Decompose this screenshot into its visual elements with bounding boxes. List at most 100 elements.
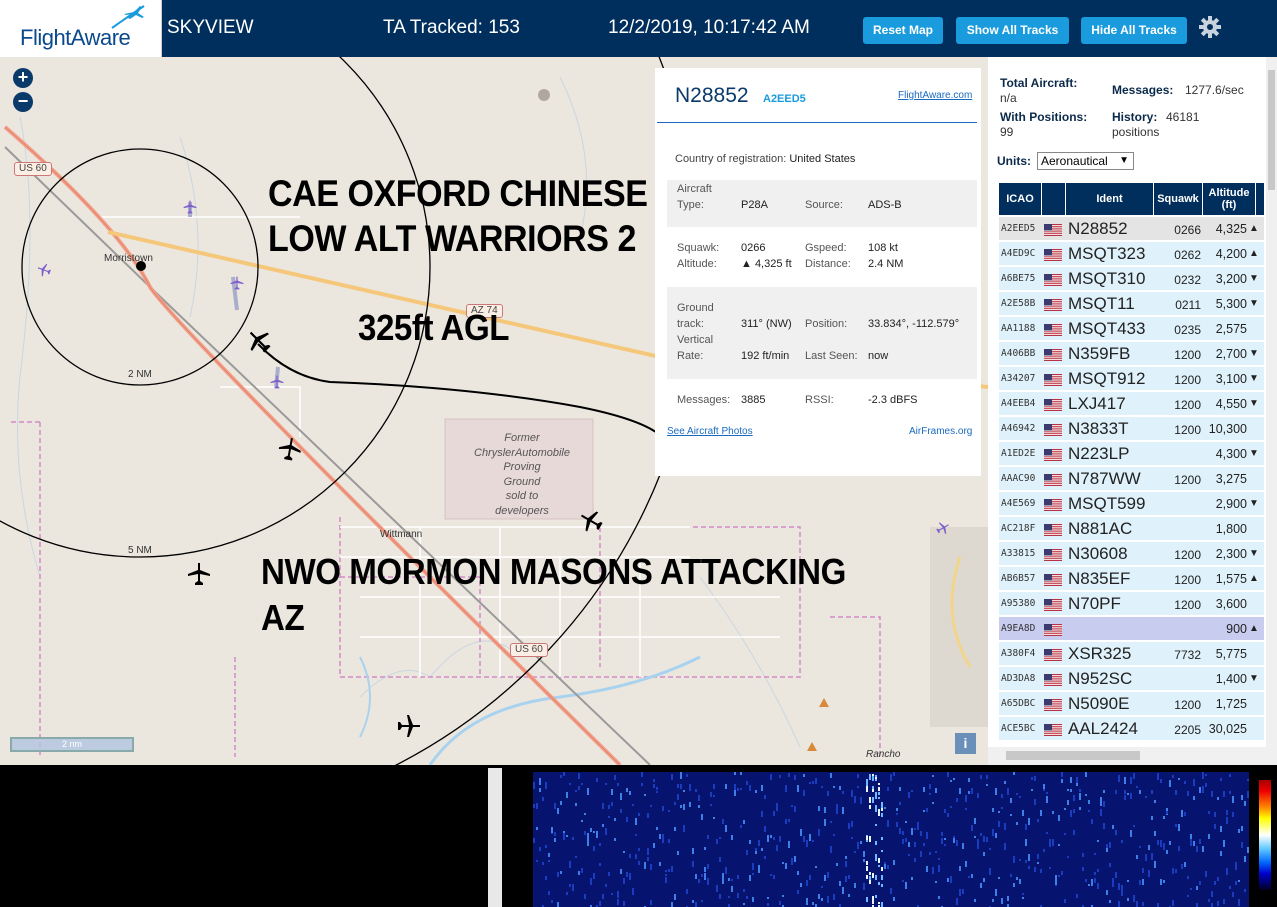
table-row[interactable]: AA1188 MSQT433 0235 2,575 xyxy=(999,317,1264,341)
us-flag-icon xyxy=(1044,373,1062,386)
table-row[interactable]: A4E569 MSQT599 2,900 ▼ xyxy=(999,492,1264,516)
zoom-out-button[interactable]: − xyxy=(13,92,33,112)
col-ident[interactable]: Ident xyxy=(1066,183,1154,215)
icao-cell: A33815 xyxy=(1001,548,1036,559)
table-row[interactable]: A34207 MSQT912 1200 3,100 ▼ xyxy=(999,367,1264,391)
us-flag-icon xyxy=(1044,348,1062,361)
flightaware-logo[interactable]: FlightAware xyxy=(0,0,162,57)
icao-cell: ACE5BC xyxy=(1001,723,1036,734)
flightaware-link[interactable]: FlightAware.com xyxy=(898,90,972,101)
squawk-cell: 0232 xyxy=(1174,273,1201,287)
col-flag[interactable] xyxy=(1042,183,1066,215)
table-row[interactable]: A380F4 XSR325 7732 5,775 xyxy=(999,642,1264,666)
us-flag-icon xyxy=(1044,323,1062,336)
squawk-cell: 1200 xyxy=(1174,398,1201,412)
range-ring-label: 2 NM xyxy=(128,369,152,380)
altitude-trend-icon: ▼ xyxy=(1249,273,1259,284)
icao-cell: AAAC90 xyxy=(1001,473,1036,484)
col-squawk[interactable]: Squawk xyxy=(1154,183,1203,215)
table-row[interactable]: AC218F N881AC 1,800 xyxy=(999,517,1264,541)
airplane-icon[interactable] xyxy=(37,263,51,277)
airplane-icon[interactable] xyxy=(187,562,211,586)
table-row[interactable]: AB6B57 N835EF 1200 1,575 ▲ xyxy=(999,567,1264,591)
us-flag-icon xyxy=(1044,698,1062,711)
altitude-trend-icon: ▲ xyxy=(1249,623,1259,634)
ident-cell: MSQT323 xyxy=(1068,244,1146,263)
vertical-scroll-thumb[interactable] xyxy=(1268,70,1275,190)
place-label: Wittmann xyxy=(380,529,423,540)
icao-cell: A406BB xyxy=(1001,348,1036,359)
altitude-cell: 3,200 xyxy=(1215,272,1247,286)
spectrum-waterfall xyxy=(533,772,1249,907)
color-scale xyxy=(1259,780,1271,890)
altitude-cell: 1,725 xyxy=(1215,697,1247,711)
squawk-cell: 1200 xyxy=(1174,423,1201,437)
squawk-cell: 1200 xyxy=(1174,373,1201,387)
chevron-down-icon: ▼ xyxy=(1119,155,1129,166)
table-row[interactable]: A65DBC N5090E 1200 1,725 xyxy=(999,692,1264,716)
squawk-cell: 1200 xyxy=(1174,573,1201,587)
reset-map-button[interactable]: Reset Map xyxy=(863,17,943,44)
horizontal-scroll-thumb[interactable] xyxy=(1006,751,1140,760)
messages-value: 1277.6/sec xyxy=(1185,83,1244,97)
altitude-cell: 10,300 xyxy=(1208,422,1247,436)
table-row[interactable]: A2EED5 N28852 0266 4,325 ▲ xyxy=(999,217,1264,241)
ident-cell: MSQT433 xyxy=(1068,319,1146,338)
hide-all-tracks-button[interactable]: Hide All Tracks xyxy=(1081,17,1187,44)
altitude-cell: 5,300 xyxy=(1215,297,1247,311)
divider xyxy=(657,122,977,123)
table-row[interactable]: A1ED2E N223LP 4,300 ▼ xyxy=(999,442,1264,466)
airplane-icon[interactable] xyxy=(230,276,244,290)
altitude-cell: 4,550 xyxy=(1215,397,1247,411)
table-row[interactable]: A406BB N359FB 1200 2,700 ▼ xyxy=(999,342,1264,366)
airplane-icon[interactable] xyxy=(183,200,197,214)
table-row[interactable]: A95380 N70PF 1200 3,600 xyxy=(999,592,1264,616)
col-altitude[interactable]: Altitude (ft) xyxy=(1203,183,1256,215)
table-row[interactable]: A6BE75 MSQT310 0232 3,200 ▼ xyxy=(999,267,1264,291)
table-row[interactable]: A9EA8D 900 ▲ xyxy=(999,617,1264,641)
airplane-icon[interactable] xyxy=(246,328,272,354)
us-flag-icon xyxy=(1044,523,1062,536)
us-flag-icon xyxy=(1044,273,1062,286)
airplane-icon[interactable] xyxy=(278,437,302,461)
altitude-cell: 900 xyxy=(1226,622,1247,636)
squawk-cell: 7732 xyxy=(1174,648,1201,662)
show-all-tracks-button[interactable]: Show All Tracks xyxy=(956,17,1069,44)
airframes-link[interactable]: AirFrames.org xyxy=(909,426,972,437)
table-row[interactable]: A46942 N3833T 1200 10,300 xyxy=(999,417,1264,441)
airplane-icon[interactable] xyxy=(397,714,421,738)
overlay-caption: AZ xyxy=(261,597,305,638)
table-row[interactable]: ACE5BC AAL2424 2205 30,025 xyxy=(999,717,1264,741)
icao-cell: A34207 xyxy=(1001,373,1036,384)
history-label: History: xyxy=(1112,110,1158,124)
divider xyxy=(488,768,502,907)
table-row[interactable]: AD3DA8 N952SC 1,400 ▼ xyxy=(999,667,1264,691)
icao-cell: A6BE75 xyxy=(1001,273,1036,284)
altitude-cell: 30,025 xyxy=(1208,722,1247,736)
ident-cell: MSQT599 xyxy=(1068,494,1146,513)
table-row[interactable]: A4EEB4 LXJ417 1200 4,550 ▼ xyxy=(999,392,1264,416)
airplane-icon[interactable] xyxy=(936,521,950,535)
info-button[interactable]: i xyxy=(955,733,976,754)
us-flag-icon xyxy=(1044,298,1062,311)
table-row[interactable]: A2E58B MSQT11 0211 5,300 ▼ xyxy=(999,292,1264,316)
table-row[interactable]: A33815 N30608 1200 2,300 ▼ xyxy=(999,542,1264,566)
altitude-trend-icon: ▼ xyxy=(1249,348,1259,359)
zoom-in-button[interactable]: + xyxy=(13,68,33,88)
col-icao[interactable]: ICAO xyxy=(999,183,1042,215)
ident-cell: N5090E xyxy=(1068,694,1130,713)
ident-cell: N223LP xyxy=(1068,444,1130,463)
table-row[interactable]: A4ED9C MSQT323 0262 4,200 ▲ xyxy=(999,242,1264,266)
history-value: 46181 xyxy=(1166,110,1200,124)
us-flag-icon xyxy=(1044,473,1062,486)
squawk-cell: 0235 xyxy=(1174,323,1201,337)
us-flag-icon xyxy=(1044,423,1062,436)
units-select[interactable]: Aeronautical ▼ xyxy=(1037,152,1134,170)
gear-icon[interactable] xyxy=(1198,15,1222,39)
airplane-icon[interactable] xyxy=(270,375,284,389)
altitude-trend-icon: ▲ xyxy=(1249,248,1259,259)
top-bar: FlightAware SKYVIEW TA Tracked: 153 12/2… xyxy=(0,0,1277,57)
table-row[interactable]: AAAC90 N787WW 1200 3,275 xyxy=(999,467,1264,491)
us-flag-icon xyxy=(1044,673,1062,686)
aircraft-photos-link[interactable]: See Aircraft Photos xyxy=(667,426,753,437)
